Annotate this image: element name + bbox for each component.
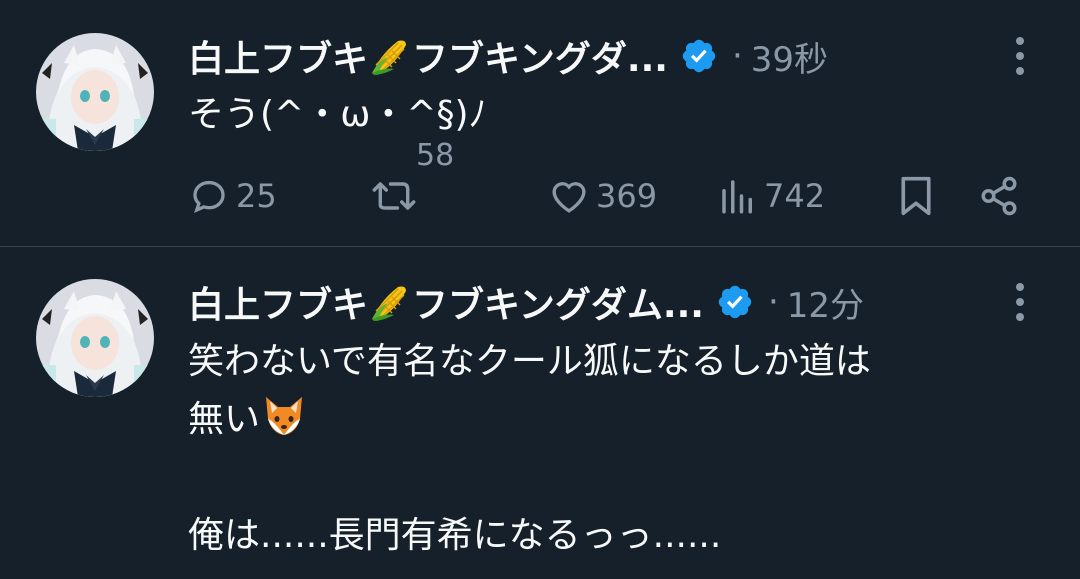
avatar[interactable] (36, 279, 154, 397)
reply-count: 25 (236, 177, 277, 215)
display-name[interactable]: 白上フブキ フブキングダム... (188, 276, 704, 328)
tweet-text: 笑わないで有名なクール狐になるしか道は無い 俺は......長門有希になるっっ.… (188, 333, 1048, 565)
views-button[interactable]: 742 (718, 168, 825, 224)
verified-badge-icon (680, 37, 718, 75)
verified-badge-icon (716, 283, 754, 321)
action-bar: 25 369 742 (0, 168, 1080, 224)
separator-dot: · (767, 282, 779, 322)
tweet-text-line: 俺は......長門有希になるっっ...... (188, 515, 722, 556)
tweet-text-line (188, 449, 1048, 507)
share-icon (981, 176, 1017, 216)
corn-emoji-icon (368, 279, 412, 323)
fox-emoji-icon (260, 391, 308, 439)
bookmark-button[interactable] (896, 168, 936, 224)
like-button[interactable]: 369 (548, 168, 657, 224)
avatar[interactable] (36, 33, 154, 151)
tweet-header: 白上フブキ フブキングダ... · 39秒 (188, 28, 1080, 84)
timestamp[interactable]: 12分 (787, 278, 864, 327)
more-vertical-icon[interactable] (1006, 277, 1034, 327)
retweet-button[interactable] (370, 168, 418, 224)
views-icon (722, 180, 752, 214)
tweet[interactable]: 白上フブキ フブキングダム... · 12分 笑わないで有名なクール狐になるしか道… (0, 247, 1080, 579)
separator-dot: · (731, 36, 743, 76)
share-button[interactable] (978, 168, 1020, 224)
tweet[interactable]: 白上フブキ フブキングダ... · 39秒 そう(^・ω・^§)ﾉ 58 25 3… (0, 0, 1080, 246)
bookmark-icon (901, 176, 931, 216)
display-name[interactable]: 白上フブキ フブキングダ... (188, 30, 668, 82)
timestamp[interactable]: 39秒 (751, 32, 828, 81)
tweet-text-line: 笑わないで有名なクール狐になるしか道は (188, 341, 871, 382)
tweet-text: そう(^・ω・^§)ﾉ (188, 94, 487, 135)
tweet-header: 白上フブキ フブキングダム... · 12分 (188, 274, 1080, 330)
tweet-text-line: 無い (188, 391, 1048, 449)
more-vertical-icon[interactable] (1006, 31, 1034, 81)
retweet-icon (372, 182, 416, 210)
corn-emoji-icon (368, 33, 412, 77)
reply-button[interactable]: 25 (188, 168, 277, 224)
heart-icon (552, 182, 586, 213)
like-count: 369 (596, 177, 658, 215)
reply-icon (193, 180, 225, 214)
views-count: 742 (764, 177, 826, 215)
